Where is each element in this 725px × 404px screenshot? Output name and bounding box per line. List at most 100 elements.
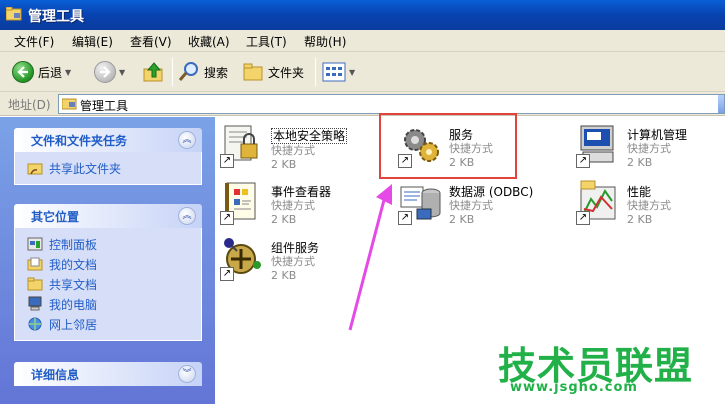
back-arrow-icon xyxy=(12,61,34,83)
my-documents-icon xyxy=(27,257,43,271)
watermark-url: www.jsgho.com xyxy=(510,380,638,395)
details-header[interactable]: 详细信息 ︾ xyxy=(14,362,202,386)
file-type: 快捷方式 xyxy=(449,199,493,212)
place-network[interactable]: 网上邻居 xyxy=(27,314,201,334)
forward-button[interactable]: ▼ xyxy=(94,58,125,86)
file-type: 快捷方式 xyxy=(627,142,671,155)
my-computer-icon xyxy=(28,296,42,311)
up-folder-icon xyxy=(143,62,163,82)
file-type: 快捷方式 xyxy=(627,199,671,212)
folders-button[interactable]: 文件夹 xyxy=(242,58,304,86)
other-places-panel: 其它位置 ︽ 控制面板 我的文档 共享文档 我的电脑 网上邻居 xyxy=(14,204,202,341)
menu-bar: 文件(F) 编辑(E) 查看(V) 收藏(A) 工具(T) 帮助(H) xyxy=(0,30,725,52)
folder-tools-icon xyxy=(62,98,77,110)
address-label: 地址(D) xyxy=(8,98,51,112)
back-dropdown-icon[interactable]: ▼ xyxy=(65,68,71,77)
highlight-box xyxy=(379,113,517,179)
security-policy-icon: ↗ xyxy=(219,122,267,170)
event-viewer-icon: ↗ xyxy=(219,179,267,227)
shortcut-arrow-icon: ↗ xyxy=(220,154,234,168)
file-item-event-viewer[interactable]: ↗ 事件查看器 快捷方式 2 KB xyxy=(219,179,369,235)
file-name: 数据源 (ODBC) xyxy=(449,185,534,199)
search-button[interactable]: 搜索 xyxy=(178,58,228,86)
file-size: 2 KB xyxy=(271,158,297,171)
back-button[interactable]: 后退 ▼ xyxy=(12,58,71,86)
menu-help[interactable]: 帮助(H) xyxy=(304,33,346,50)
forward-dropdown-icon[interactable]: ▼ xyxy=(119,68,125,77)
place-control-panel-label: 控制面板 xyxy=(49,237,98,252)
file-name: 性能 xyxy=(627,185,652,199)
control-panel-icon xyxy=(27,237,43,251)
menu-edit[interactable]: 编辑(E) xyxy=(72,33,113,50)
menu-favorites[interactable]: 收藏(A) xyxy=(188,33,230,50)
file-item-local-security-policy[interactable]: ↗ 本地安全策略 快捷方式 2 KB xyxy=(219,122,369,178)
place-my-computer[interactable]: 我的电脑 xyxy=(27,294,201,314)
shortcut-arrow-icon: ↗ xyxy=(220,211,234,225)
address-input[interactable]: 管理工具 xyxy=(58,94,725,114)
component-services-icon: ↗ xyxy=(219,235,267,283)
collapse-chevron-icon[interactable]: ︽ xyxy=(178,207,196,225)
menu-view[interactable]: 查看(V) xyxy=(130,33,172,50)
menu-tools[interactable]: 工具(T) xyxy=(246,33,287,50)
expand-chevron-icon[interactable]: ︾ xyxy=(178,365,196,383)
file-size: 2 KB xyxy=(627,156,653,169)
file-tasks-header[interactable]: 文件和文件夹任务 ︽ xyxy=(14,128,202,152)
file-item-component-services[interactable]: ↗ 组件服务 快捷方式 2 KB xyxy=(219,235,369,291)
file-size: 2 KB xyxy=(627,213,653,226)
file-type: 快捷方式 xyxy=(271,144,315,157)
other-places-title: 其它位置 xyxy=(31,210,80,224)
search-label: 搜索 xyxy=(204,65,229,80)
shared-documents-icon xyxy=(27,277,43,291)
place-my-documents-label: 我的文档 xyxy=(49,257,98,272)
place-control-panel[interactable]: 控制面板 xyxy=(27,234,201,254)
file-tasks-title: 文件和文件夹任务 xyxy=(31,134,128,148)
place-network-label: 网上邻居 xyxy=(49,317,98,332)
folder-tools-icon xyxy=(6,7,22,21)
window-title: 管理工具 xyxy=(28,9,84,25)
shortcut-arrow-icon: ↗ xyxy=(576,211,590,225)
back-label: 后退 xyxy=(38,65,63,80)
menu-file[interactable]: 文件(F) xyxy=(14,33,54,50)
file-tasks-panel: 文件和文件夹任务 ︽ 共享此文件夹 xyxy=(14,128,202,185)
place-shared-documents-label: 共享文档 xyxy=(49,277,98,292)
shortcut-arrow-icon: ↗ xyxy=(576,154,590,168)
file-item-performance[interactable]: ↗ 性能 快捷方式 2 KB xyxy=(575,179,705,235)
task-share-folder-label: 共享此文件夹 xyxy=(49,161,122,176)
file-name: 本地安全策略 xyxy=(271,128,348,144)
folders-label: 文件夹 xyxy=(268,65,305,80)
task-share-folder[interactable]: 共享此文件夹 xyxy=(27,158,201,178)
file-name: 计算机管理 xyxy=(627,128,688,142)
file-size: 2 KB xyxy=(271,269,297,282)
odbc-datasource-icon: ↗ xyxy=(397,179,445,227)
share-folder-icon xyxy=(27,163,43,175)
place-my-computer-label: 我的电脑 xyxy=(49,297,98,312)
network-places-icon xyxy=(28,317,42,331)
performance-icon: ↗ xyxy=(575,179,623,227)
address-bar: 地址(D) 管理工具 xyxy=(0,92,725,116)
forward-arrow-icon xyxy=(94,61,116,83)
task-pane: 文件和文件夹任务 ︽ 共享此文件夹 其它位置 ︽ 控制面板 我的文档 共享文档 … xyxy=(0,117,215,404)
collapse-chevron-icon[interactable]: ︽ xyxy=(178,131,196,149)
title-bar[interactable]: 管理工具 xyxy=(0,0,725,30)
details-panel: 详细信息 ︾ xyxy=(14,362,202,386)
views-button[interactable]: ▼ xyxy=(322,58,355,86)
file-size: 2 KB xyxy=(449,213,475,226)
address-value: 管理工具 xyxy=(80,99,129,113)
file-name: 组件服务 xyxy=(271,241,320,255)
computer-management-icon: ↗ xyxy=(575,122,623,170)
other-places-header[interactable]: 其它位置 ︽ xyxy=(14,204,202,228)
shortcut-arrow-icon: ↗ xyxy=(398,211,412,225)
file-item-computer-management[interactable]: ↗ 计算机管理 快捷方式 2 KB xyxy=(575,122,720,178)
address-dropdown-button[interactable] xyxy=(718,95,724,113)
place-my-documents[interactable]: 我的文档 xyxy=(27,254,201,274)
search-icon xyxy=(178,62,198,81)
folders-icon xyxy=(243,63,263,81)
shortcut-arrow-icon: ↗ xyxy=(220,267,234,281)
file-name: 事件查看器 xyxy=(271,185,332,199)
place-shared-documents[interactable]: 共享文档 xyxy=(27,274,201,294)
file-item-odbc[interactable]: ↗ 数据源 (ODBC) 快捷方式 2 KB xyxy=(397,179,547,235)
up-folder-button[interactable] xyxy=(143,58,165,86)
file-type: 快捷方式 xyxy=(271,199,315,212)
views-dropdown-icon[interactable]: ▼ xyxy=(349,68,355,77)
views-grid-icon xyxy=(322,62,346,82)
